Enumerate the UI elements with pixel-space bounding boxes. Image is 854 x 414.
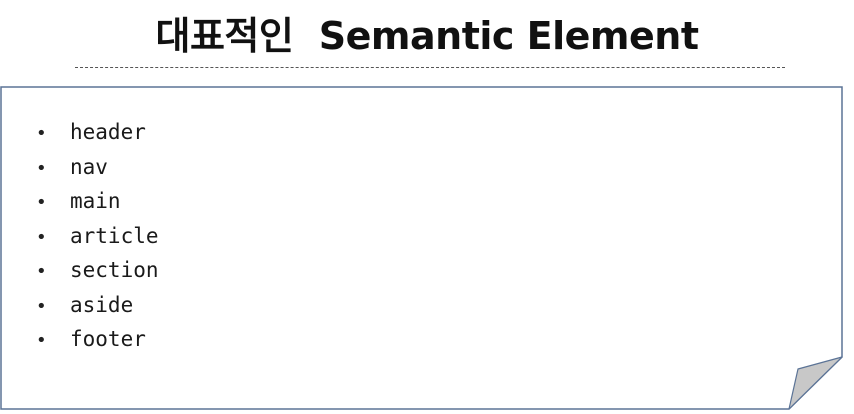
list-item-label: aside [70, 292, 134, 317]
bullet-icon: • [36, 330, 47, 351]
list-item-label: section [70, 258, 159, 282]
list-item-label: article [70, 223, 159, 248]
bullet-icon: • [36, 226, 47, 248]
bullet-icon: • [36, 157, 47, 179]
bullet-icon: • [36, 192, 47, 213]
bullet-icon: • [36, 123, 47, 144]
list-item-label: footer [70, 327, 146, 351]
list-item-label: header [70, 120, 146, 144]
bullet-icon: • [36, 295, 47, 317]
list-item: • header [36, 115, 159, 150]
list-item-label: main [70, 189, 121, 213]
list-item: • main [36, 184, 159, 219]
bullet-icon: • [36, 261, 47, 282]
list-item: • nav [36, 150, 159, 185]
list-item: • section [36, 253, 159, 288]
semantic-element-list: • header • nav • main • article • section • as… [36, 115, 159, 357]
list-item: • article [36, 219, 159, 254]
list-item: • aside [36, 288, 159, 323]
list-item-label: nav [70, 154, 108, 179]
list-item: • footer [36, 322, 159, 357]
